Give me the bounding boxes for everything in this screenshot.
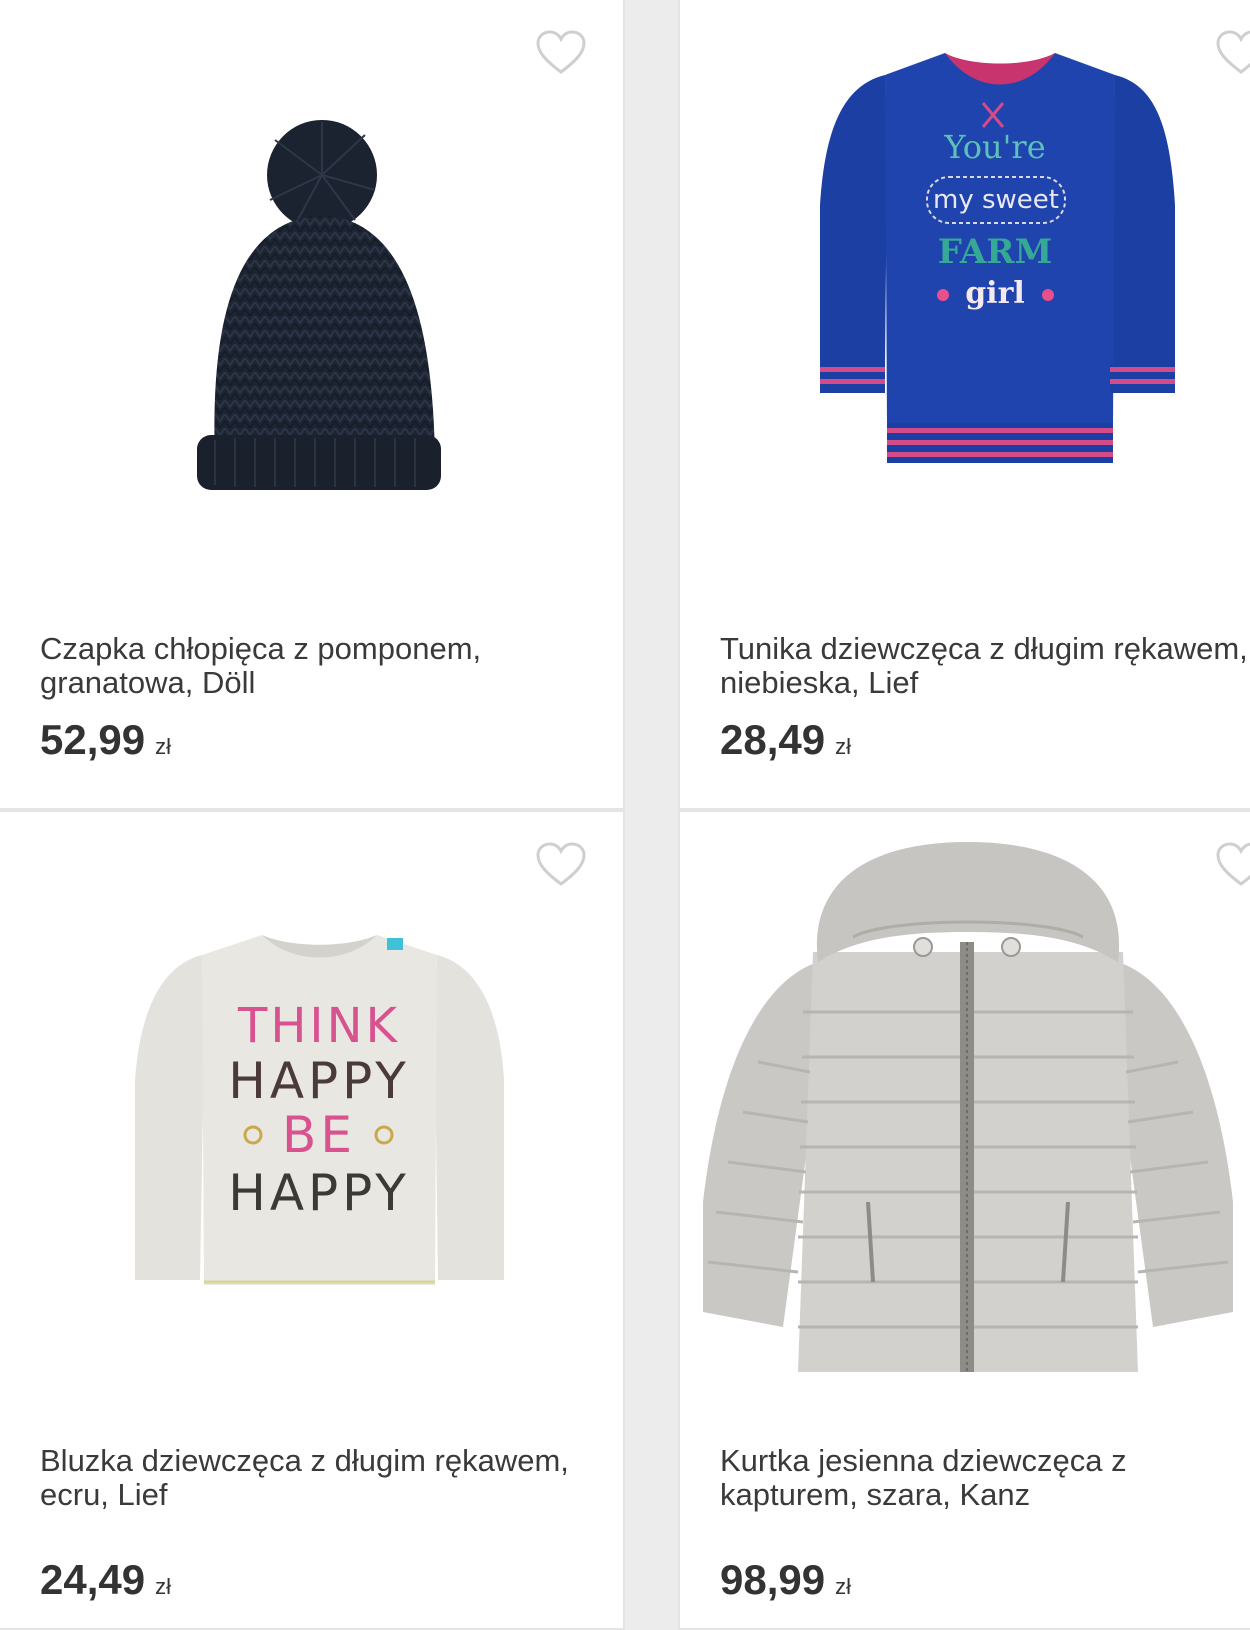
print-text: You're xyxy=(943,128,1045,166)
print-text: THINK xyxy=(237,998,400,1054)
product-price: 98,99 zł xyxy=(720,1556,851,1604)
price-value: 98,99 xyxy=(720,1556,826,1603)
print-text: FARM xyxy=(938,232,1052,272)
print-text: HAPPY xyxy=(228,1052,410,1110)
price-currency: zł xyxy=(835,734,851,759)
price-currency: zł xyxy=(155,734,171,759)
product-card[interactable]: You're my sweet FARM girl Tunika dziewcz… xyxy=(678,0,1250,810)
product-title[interactable]: Czapka chłopięca z pomponem, granatowa, … xyxy=(40,632,580,700)
product-title[interactable]: Kurtka jesienna dziewczęca z kapturem, s… xyxy=(720,1444,1250,1512)
heart-outline-icon[interactable] xyxy=(535,842,587,888)
product-card[interactable]: Czapka chłopięca z pomponem, granatowa, … xyxy=(0,0,625,810)
product-title[interactable]: Bluzka dziewczęca z długim rękawem, ecru… xyxy=(40,1444,580,1512)
price-currency: zł xyxy=(155,1574,171,1599)
heart-outline-icon[interactable] xyxy=(535,30,587,76)
product-title[interactable]: Tunika dziewczęca z długim rękawem, nieb… xyxy=(720,632,1250,700)
print-text: HAPPY xyxy=(228,1164,410,1222)
print-text: girl xyxy=(965,276,1025,311)
price-currency: zł xyxy=(835,1574,851,1599)
grey-puffer-jacket-image[interactable] xyxy=(698,842,1238,1382)
heart-outline-icon[interactable] xyxy=(1215,30,1250,76)
ecru-shirt-image[interactable]: THINK HAPPY BE HAPPY xyxy=(132,930,507,1300)
beanie-hat-image[interactable] xyxy=(195,120,445,500)
price-value: 24,49 xyxy=(40,1556,146,1603)
print-text: my sweet xyxy=(933,185,1059,215)
product-card[interactable]: THINK HAPPY BE HAPPY Bluzka dziewczęca z… xyxy=(0,810,625,1630)
product-price: 52,99 zł xyxy=(40,716,171,764)
product-price: 24,49 zł xyxy=(40,1556,171,1604)
price-value: 28,49 xyxy=(720,716,826,763)
product-card[interactable]: Kurtka jesienna dziewczęca z kapturem, s… xyxy=(678,810,1250,1630)
product-price: 28,49 zł xyxy=(720,716,851,764)
blue-sweatshirt-image[interactable]: You're my sweet FARM girl xyxy=(815,45,1185,475)
print-text: BE xyxy=(282,1106,356,1164)
price-value: 52,99 xyxy=(40,716,146,763)
